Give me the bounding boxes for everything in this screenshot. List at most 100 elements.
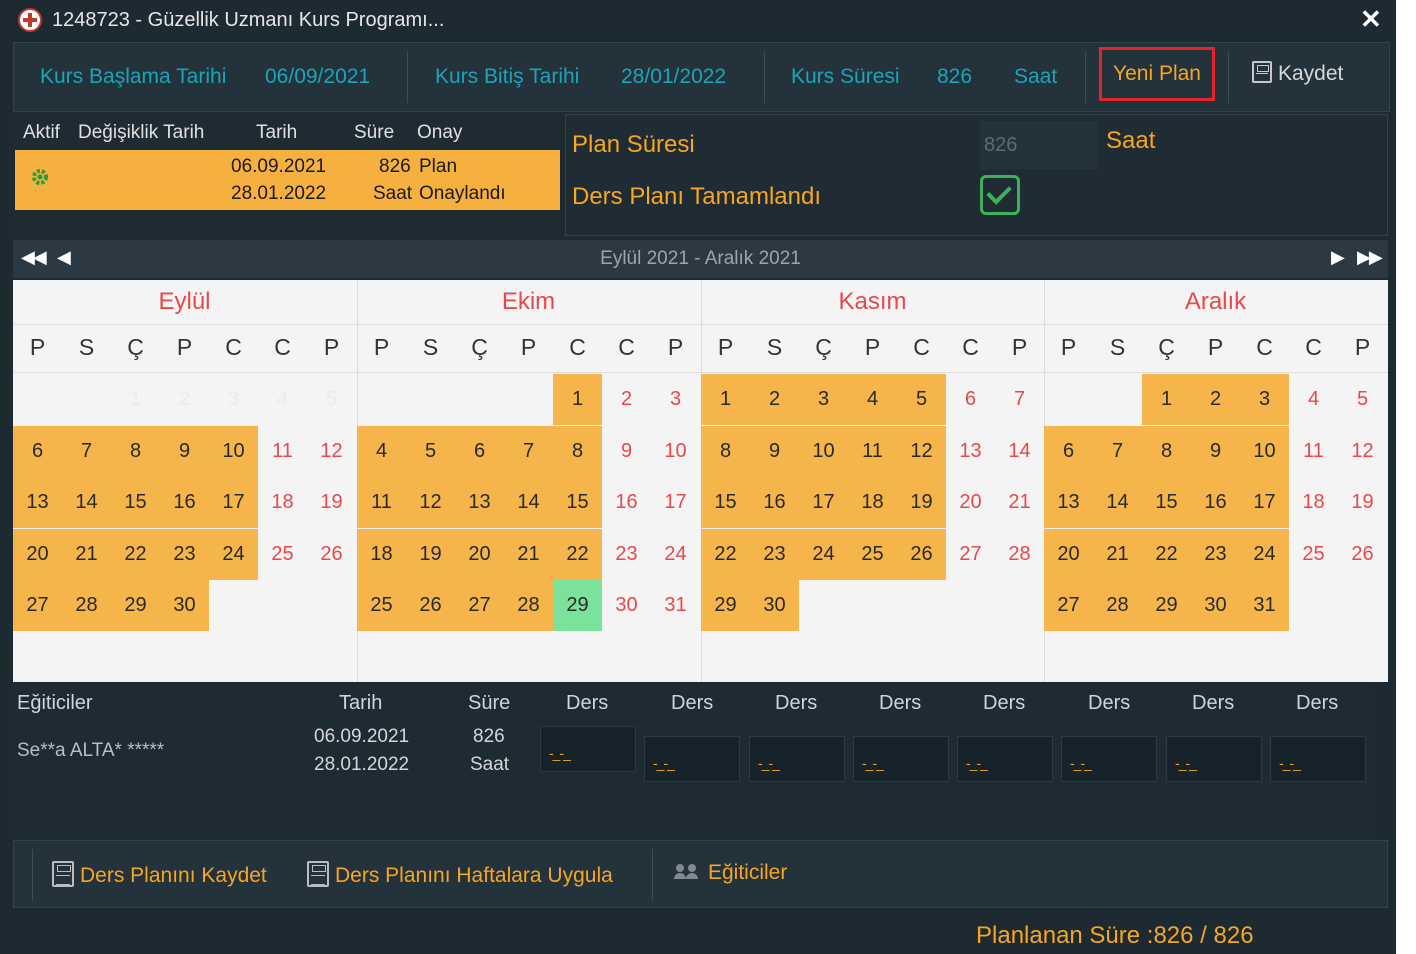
next-page-icon[interactable]: ▶: [1331, 247, 1345, 268]
calendar-day[interactable]: 3: [651, 374, 700, 425]
lesson-input[interactable]: -_-_: [749, 736, 845, 782]
calendar-day[interactable]: 24: [1240, 529, 1289, 580]
calendar-day[interactable]: 17: [651, 477, 700, 528]
calendar-day[interactable]: 16: [1191, 477, 1240, 528]
calendar-day[interactable]: 7: [995, 374, 1044, 425]
calendar-day[interactable]: 7: [504, 426, 553, 477]
calendar-day[interactable]: 27: [946, 529, 995, 580]
calendar-day[interactable]: 31: [1240, 580, 1289, 631]
lesson-input[interactable]: -_-_: [644, 736, 740, 782]
calendar-day[interactable]: 16: [750, 477, 799, 528]
calendar-day[interactable]: 5: [1338, 374, 1387, 425]
calendar-day[interactable]: 11: [848, 426, 897, 477]
calendar-day[interactable]: 11: [357, 477, 406, 528]
calendar-day[interactable]: 11: [1289, 426, 1338, 477]
new-plan-button[interactable]: Yeni Plan: [1099, 47, 1215, 101]
calendar-day[interactable]: 18: [357, 529, 406, 580]
calendar-day[interactable]: 9: [160, 426, 209, 477]
calendar-day[interactable]: 13: [455, 477, 504, 528]
calendar-day[interactable]: 6: [455, 426, 504, 477]
calendar-day[interactable]: 14: [62, 477, 111, 528]
calendar-day[interactable]: 2: [1191, 374, 1240, 425]
save-plan-button[interactable]: Ders Planını Kaydet: [52, 861, 267, 888]
calendar-day[interactable]: 2: [160, 374, 209, 425]
calendar-day[interactable]: 12: [307, 426, 356, 477]
calendar-day[interactable]: 28: [1093, 580, 1142, 631]
calendar-day[interactable]: 22: [111, 529, 160, 580]
lesson-input[interactable]: -_-_: [1166, 736, 1262, 782]
calendar-day[interactable]: 15: [701, 477, 750, 528]
calendar-day[interactable]: 1: [701, 374, 750, 425]
calendar-day[interactable]: 13: [946, 426, 995, 477]
calendar-day[interactable]: 15: [1142, 477, 1191, 528]
calendar-day[interactable]: 26: [897, 529, 946, 580]
calendar-day[interactable]: 20: [13, 529, 62, 580]
plan-row-active[interactable]: 06.09.2021 28.01.2022 826 Saat Plan Onay…: [15, 150, 560, 210]
calendar-day[interactable]: 17: [1240, 477, 1289, 528]
calendar-day[interactable]: 23: [602, 529, 651, 580]
calendar-day[interactable]: 4: [848, 374, 897, 425]
calendar-day[interactable]: 31: [651, 580, 700, 631]
calendar-day[interactable]: 23: [1191, 529, 1240, 580]
calendar-day[interactable]: 16: [602, 477, 651, 528]
calendar-day[interactable]: 12: [406, 477, 455, 528]
calendar-day[interactable]: 13: [13, 477, 62, 528]
calendar-day[interactable]: 5: [307, 374, 356, 425]
calendar-day[interactable]: 8: [111, 426, 160, 477]
calendar-day[interactable]: 24: [799, 529, 848, 580]
calendar-day[interactable]: 9: [1191, 426, 1240, 477]
calendar-day[interactable]: 25: [258, 529, 307, 580]
apply-weeks-button[interactable]: Ders Planını Haftalara Uygula: [307, 861, 613, 888]
calendar-day[interactable]: 16: [160, 477, 209, 528]
calendar-day[interactable]: 6: [13, 426, 62, 477]
calendar-day[interactable]: 23: [750, 529, 799, 580]
calendar-day[interactable]: 28: [504, 580, 553, 631]
calendar-day[interactable]: 21: [995, 477, 1044, 528]
calendar-day[interactable]: 22: [701, 529, 750, 580]
calendar-day[interactable]: 2: [602, 374, 651, 425]
calendar-day[interactable]: 10: [209, 426, 258, 477]
plan-completed-checkbox[interactable]: [980, 175, 1020, 215]
calendar-day[interactable]: 5: [897, 374, 946, 425]
calendar-day[interactable]: 13: [1044, 477, 1093, 528]
calendar-day[interactable]: 25: [357, 580, 406, 631]
calendar-day[interactable]: 2: [750, 374, 799, 425]
calendar-day[interactable]: 20: [455, 529, 504, 580]
calendar-day[interactable]: 26: [406, 580, 455, 631]
calendar-day[interactable]: 11: [258, 426, 307, 477]
calendar-day[interactable]: 27: [455, 580, 504, 631]
lesson-input[interactable]: -_-_: [540, 726, 636, 772]
calendar-day[interactable]: 4: [258, 374, 307, 425]
calendar-day[interactable]: 8: [1142, 426, 1191, 477]
calendar-day[interactable]: 25: [848, 529, 897, 580]
calendar-day[interactable]: 1: [553, 374, 602, 425]
save-button[interactable]: Kaydet: [1252, 61, 1343, 86]
calendar-day[interactable]: 14: [504, 477, 553, 528]
lesson-input[interactable]: -_-_: [853, 736, 949, 782]
lesson-input[interactable]: -_-_: [1270, 736, 1366, 782]
calendar-day[interactable]: 20: [1044, 529, 1093, 580]
calendar-day[interactable]: 1: [111, 374, 160, 425]
calendar-day[interactable]: 22: [553, 529, 602, 580]
calendar-day[interactable]: 30: [1191, 580, 1240, 631]
calendar-day[interactable]: 20: [946, 477, 995, 528]
calendar-day[interactable]: 22: [1142, 529, 1191, 580]
calendar-day[interactable]: 18: [1289, 477, 1338, 528]
calendar-day[interactable]: 30: [160, 580, 209, 631]
calendar-day[interactable]: 14: [995, 426, 1044, 477]
calendar-day[interactable]: 1: [1142, 374, 1191, 425]
last-page-icon[interactable]: ▶▶: [1357, 247, 1383, 268]
calendar-day[interactable]: 17: [209, 477, 258, 528]
calendar-day[interactable]: 8: [553, 426, 602, 477]
plan-duration-input[interactable]: 826: [980, 121, 1098, 169]
calendar-day[interactable]: 10: [651, 426, 700, 477]
calendar-day[interactable]: 29: [553, 580, 602, 631]
close-icon[interactable]: ✕: [1360, 4, 1382, 35]
calendar-day[interactable]: 24: [651, 529, 700, 580]
calendar-day[interactable]: 6: [946, 374, 995, 425]
calendar-day[interactable]: 29: [701, 580, 750, 631]
calendar-day[interactable]: 24: [209, 529, 258, 580]
calendar-day[interactable]: 21: [1093, 529, 1142, 580]
calendar-day[interactable]: 7: [62, 426, 111, 477]
calendar-day[interactable]: 18: [258, 477, 307, 528]
